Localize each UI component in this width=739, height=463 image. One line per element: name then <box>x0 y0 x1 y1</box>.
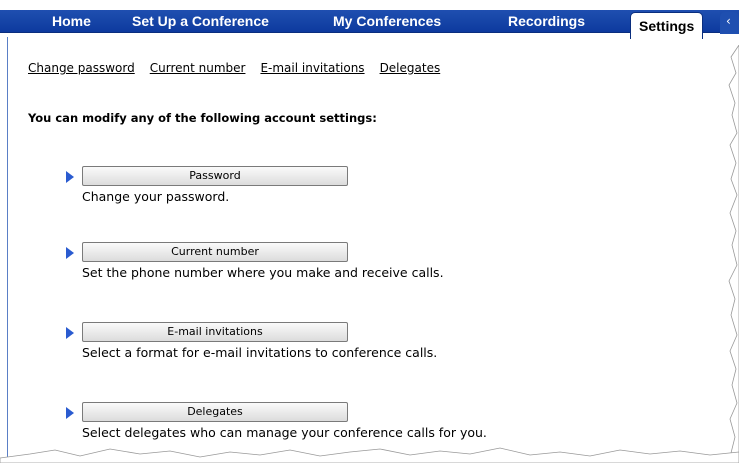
tab-home[interactable]: Home <box>52 10 91 32</box>
setting-description: Select delegates who can manage your con… <box>82 425 487 440</box>
delegates-button[interactable]: Delegates <box>82 402 348 422</box>
setting-item-current-number: Current number Set the phone number wher… <box>66 242 666 286</box>
setting-item-email-invitations: E-mail invitations Select a format for e… <box>66 322 666 366</box>
settings-sublinks: Change password Current number E-mail invi… <box>28 61 455 75</box>
intro-text: You can modify any of the following acco… <box>28 111 377 125</box>
tab-settings[interactable]: Settings <box>630 12 704 39</box>
top-navigation: Home Set Up a Conference My Conferences … <box>0 0 739 40</box>
arrow-right-icon <box>66 327 74 339</box>
link-change-password[interactable]: Change password <box>28 61 135 75</box>
current-number-button[interactable]: Current number <box>82 242 348 262</box>
tab-recordings[interactable]: Recordings <box>508 10 585 32</box>
tab-my-conferences[interactable]: My Conferences <box>333 10 441 32</box>
setting-description: Set the phone number where you make and … <box>82 265 444 280</box>
email-invitations-button[interactable]: E-mail invitations <box>82 322 348 342</box>
arrow-right-icon <box>66 407 74 419</box>
password-button[interactable]: Password <box>82 166 348 186</box>
link-email-invitations[interactable]: E-mail invitations <box>260 61 364 75</box>
tab-overflow-glyph: ‹ <box>726 14 731 28</box>
tab-set-up-conference[interactable]: Set Up a Conference <box>132 10 269 32</box>
setting-description: Change your password. <box>82 189 230 204</box>
content-left-border <box>7 37 8 463</box>
setting-item-password: Password Change your password. <box>66 166 666 210</box>
arrow-right-icon <box>66 247 74 259</box>
tab-overflow[interactable]: ‹ <box>720 12 739 34</box>
link-delegates[interactable]: Delegates <box>380 61 441 75</box>
link-current-number[interactable]: Current number <box>150 61 246 75</box>
setting-item-delegates: Delegates Select delegates who can manag… <box>66 402 666 446</box>
torn-edge-right <box>728 45 739 463</box>
arrow-right-icon <box>66 171 74 183</box>
torn-edge-bottom <box>0 447 739 463</box>
setting-description: Select a format for e-mail invitations t… <box>82 345 438 360</box>
